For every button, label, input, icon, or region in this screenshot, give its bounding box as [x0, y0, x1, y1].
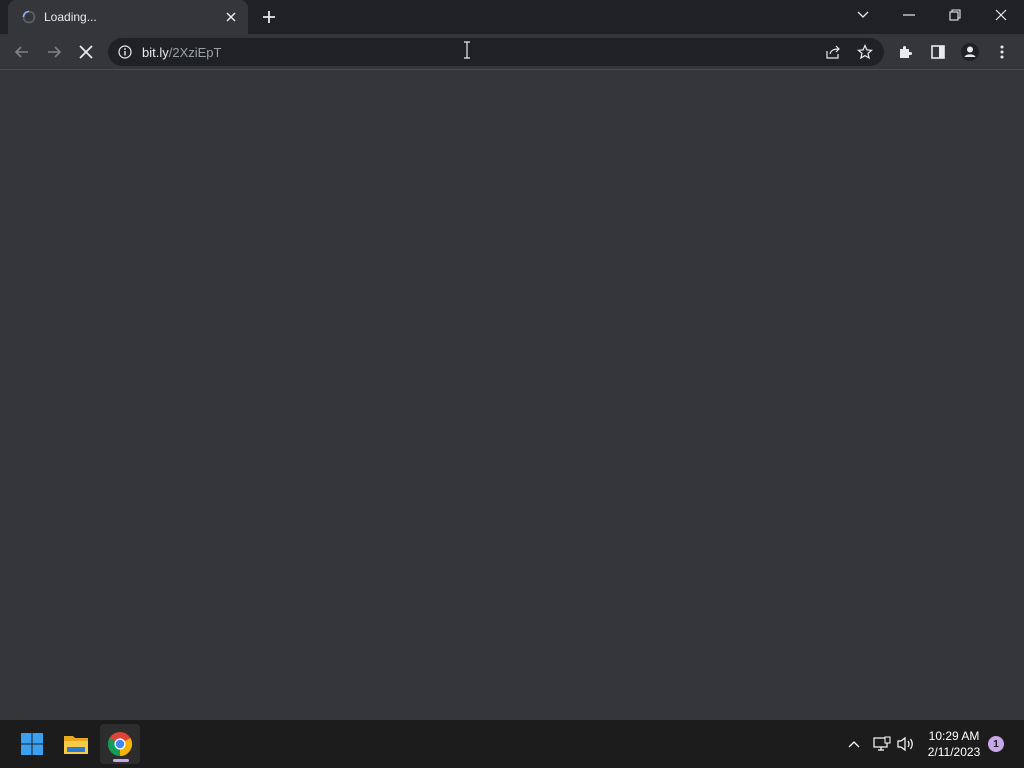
kebab-menu-icon	[1000, 45, 1004, 59]
site-info-icon[interactable]	[118, 45, 132, 59]
close-icon	[995, 9, 1007, 21]
start-button[interactable]	[12, 724, 52, 764]
chrome-logo-icon	[107, 732, 133, 756]
extensions-puzzle-icon	[900, 46, 912, 58]
extensions-button[interactable]	[892, 38, 920, 66]
minimize-icon	[903, 14, 915, 16]
bookmark-button[interactable]	[856, 43, 874, 61]
plus-icon	[263, 11, 275, 23]
page-content-blank	[0, 70, 1024, 720]
profile-avatar-icon	[961, 43, 979, 61]
network-monitor-icon	[873, 736, 891, 751]
url-path: /2XziEpT	[168, 45, 222, 60]
share-icon	[826, 45, 840, 59]
speaker-icon	[897, 736, 913, 752]
browser-menu-button[interactable]	[988, 38, 1016, 66]
clock-date: 2/11/2023	[927, 745, 981, 759]
windows-taskbar: 10:29 AM 2/11/2023	[0, 720, 1024, 768]
forward-arrow-icon	[48, 46, 62, 58]
chrome-taskbar-button[interactable]	[100, 724, 140, 764]
url-text[interactable]: bit.ly/2XziEpT	[142, 45, 221, 60]
side-panel-icon	[931, 45, 945, 59]
forward-button[interactable]	[40, 38, 68, 66]
back-arrow-icon	[14, 46, 28, 58]
tab-close-icon[interactable]	[223, 9, 239, 25]
profile-button[interactable]	[956, 38, 984, 66]
volume-button[interactable]	[896, 734, 916, 754]
browser-toolbar: bit.ly/2XziEpT	[0, 34, 1024, 70]
restore-icon	[949, 9, 961, 21]
tab-title: Loading...	[44, 10, 97, 24]
side-panel-button[interactable]	[924, 38, 952, 66]
restore-button[interactable]	[932, 0, 978, 30]
minimize-button[interactable]	[886, 0, 932, 30]
chevron-down-icon	[857, 11, 869, 18]
share-button[interactable]	[824, 43, 842, 61]
text-cursor-icon	[464, 41, 470, 59]
show-hidden-icons-button[interactable]	[844, 734, 864, 754]
tab-strip: Loading...	[0, 0, 1024, 34]
taskbar-clock[interactable]: 10:29 AM 2/11/2023	[922, 728, 986, 760]
file-explorer-button[interactable]	[56, 724, 96, 764]
chevron-up-icon	[848, 741, 860, 748]
back-button[interactable]	[8, 38, 36, 66]
url-host: bit.ly	[142, 45, 169, 60]
close-window-button[interactable]	[978, 0, 1024, 30]
windows-logo-icon	[21, 733, 43, 755]
browser-tab-active[interactable]: Loading...	[8, 0, 248, 34]
active-app-indicator	[113, 759, 129, 762]
network-status-button[interactable]	[872, 734, 892, 754]
bookmark-star-icon	[857, 44, 873, 60]
notification-count-badge[interactable]: 1	[988, 736, 1004, 752]
folder-icon	[64, 736, 88, 754]
stop-icon	[79, 45, 93, 59]
new-tab-button[interactable]	[258, 6, 280, 28]
clock-time: 10:29 AM	[928, 729, 980, 743]
address-bar[interactable]: bit.ly/2XziEpT	[108, 38, 884, 66]
stop-loading-button[interactable]	[72, 38, 100, 66]
loading-spinner-icon	[22, 10, 36, 24]
tab-search-button[interactable]	[840, 0, 886, 30]
